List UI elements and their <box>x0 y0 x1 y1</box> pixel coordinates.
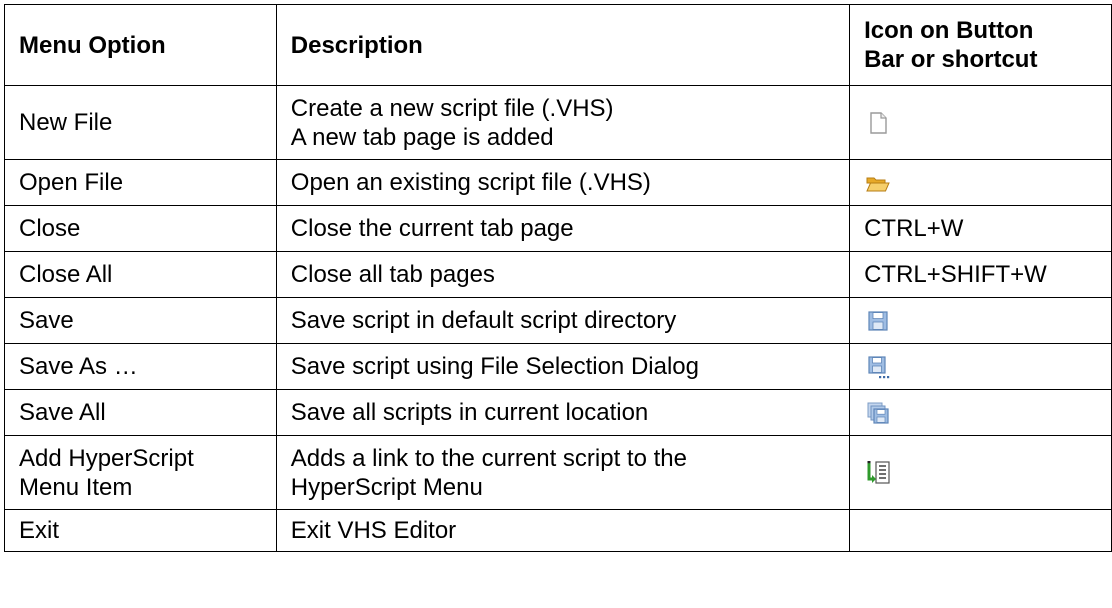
header-row: Menu Option Description Icon on Button B… <box>4 4 1112 86</box>
description-save-as: Save script using File Selection Dialog <box>275 343 851 390</box>
description-line: Adds a link to the current script to the <box>290 444 687 472</box>
menu-option-save: Save <box>4 297 277 344</box>
icon-cell-exit-empty <box>849 509 1112 552</box>
menu-option-open-file: Open File <box>4 159 277 206</box>
description-line: HyperScript Menu <box>290 473 483 501</box>
menu-option-add-hyperscript: Add HyperScript Menu Item <box>4 435 277 510</box>
description-close-all: Close all tab pages <box>275 251 851 298</box>
table-row: Open File Open an existing script file (… <box>4 159 1112 206</box>
icon-cell-save-as <box>849 343 1112 390</box>
new-file-icon <box>864 109 892 137</box>
icon-cell-new-file <box>849 85 1112 160</box>
save-as-icon <box>864 353 892 381</box>
description-close: Close the current tab page <box>275 205 851 252</box>
table-row: Exit Exit VHS Editor <box>4 509 1112 552</box>
description-exit: Exit VHS Editor <box>275 509 851 552</box>
open-folder-icon <box>864 169 892 197</box>
table-row: Close All Close all tab pages CTRL+SHIFT… <box>4 251 1112 298</box>
table-row: Save As … Save script using File Selecti… <box>4 343 1112 390</box>
header-icon-or-shortcut: Icon on Button Bar or shortcut <box>849 4 1112 86</box>
table-row: Save Save script in default script direc… <box>4 297 1112 344</box>
option-line: Menu Item <box>19 473 133 501</box>
menu-option-close: Close <box>4 205 277 252</box>
option-line: Add HyperScript <box>19 444 194 472</box>
description-save-all: Save all scripts in current location <box>275 389 851 436</box>
table-row: Add HyperScript Menu Item Adds a link to… <box>4 435 1112 510</box>
icon-cell-add-hyperscript <box>849 435 1112 510</box>
shortcut-close-all: CTRL+SHIFT+W <box>849 251 1112 298</box>
description-line: Create a new script file (.VHS) <box>290 94 614 122</box>
header-description: Description <box>275 4 851 86</box>
description-save: Save script in default script directory <box>275 297 851 344</box>
table-row: Save All Save all scripts in current loc… <box>4 389 1112 436</box>
menu-option-new-file: New File <box>4 85 277 160</box>
description-line: A new tab page is added <box>290 123 554 151</box>
menu-option-close-all: Close All <box>4 251 277 298</box>
icon-cell-open-file <box>849 159 1112 206</box>
table-row: Close Close the current tab page CTRL+W <box>4 205 1112 252</box>
icon-cell-save-all <box>849 389 1112 436</box>
menu-option-save-as: Save As … <box>4 343 277 390</box>
menu-options-table: Menu Option Description Icon on Button B… <box>4 4 1112 552</box>
header-icon-line1: Icon on Button <box>864 17 1034 44</box>
save-all-icon <box>864 399 892 427</box>
description-open-file: Open an existing script file (.VHS) <box>275 159 851 206</box>
description-add-hyperscript: Adds a link to the current script to the… <box>275 435 851 510</box>
menu-option-exit: Exit <box>4 509 277 552</box>
description-new-file: Create a new script file (.VHS) A new ta… <box>275 85 851 160</box>
table-row: New File Create a new script file (.VHS)… <box>4 85 1112 160</box>
shortcut-close: CTRL+W <box>849 205 1112 252</box>
icon-cell-save <box>849 297 1112 344</box>
add-hyperscript-icon <box>864 459 892 487</box>
save-icon <box>864 307 892 335</box>
header-icon-line2: Bar or shortcut <box>864 46 1038 73</box>
menu-option-save-all: Save All <box>4 389 277 436</box>
header-menu-option: Menu Option <box>4 4 277 86</box>
